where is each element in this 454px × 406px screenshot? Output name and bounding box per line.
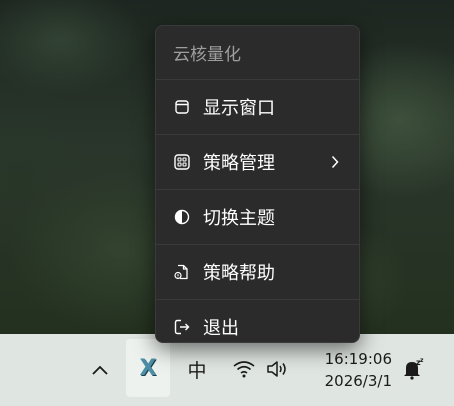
menu-item-strategy-management[interactable]: 策略管理 [156, 134, 359, 189]
tray-app-yunhe-icon[interactable]: X [126, 339, 170, 397]
taskbar-clock[interactable]: 16:19:06 2026/3/1 [304, 346, 392, 394]
taskbar: X 中 16:19:06 2026/3/1 z z [0, 334, 454, 406]
menu-item-exit[interactable]: 退出 [156, 299, 359, 342]
notification-bell-icon[interactable]: z z [398, 354, 428, 384]
chevron-right-icon [331, 153, 339, 174]
input-method-indicator[interactable]: 中 [180, 352, 214, 386]
exit-icon [174, 319, 190, 335]
menu-item-strategy-help[interactable]: 策略帮助 [156, 244, 359, 299]
wifi-icon[interactable] [228, 354, 260, 384]
tray-context-menu: 云核量化 显示窗口 策略管理 切换主题 策略帮助 退出 [155, 25, 360, 343]
menu-item-label: 显示窗口 [203, 98, 275, 119]
menu-title: 云核量化 [173, 45, 241, 65]
volume-icon[interactable] [262, 354, 292, 384]
document-help-icon [174, 264, 190, 280]
app-x-logo: X [139, 355, 157, 381]
window-icon [174, 99, 190, 115]
menu-item-label: 退出 [203, 318, 239, 339]
clock-date: 2026/3/1 [324, 372, 392, 390]
svg-text:z: z [420, 357, 424, 364]
menu-item-label: 策略管理 [203, 153, 275, 174]
theme-contrast-icon [174, 209, 190, 225]
menu-item-show-window[interactable]: 显示窗口 [156, 79, 359, 134]
menu-item-label: 策略帮助 [203, 263, 275, 284]
show-hidden-icons-button[interactable] [84, 356, 116, 384]
chevron-up-icon [92, 365, 108, 375]
menu-item-label: 切换主题 [203, 208, 275, 229]
menu-item-switch-theme[interactable]: 切换主题 [156, 189, 359, 244]
clock-time: 16:19:06 [324, 350, 392, 368]
grid-icon [174, 154, 190, 170]
